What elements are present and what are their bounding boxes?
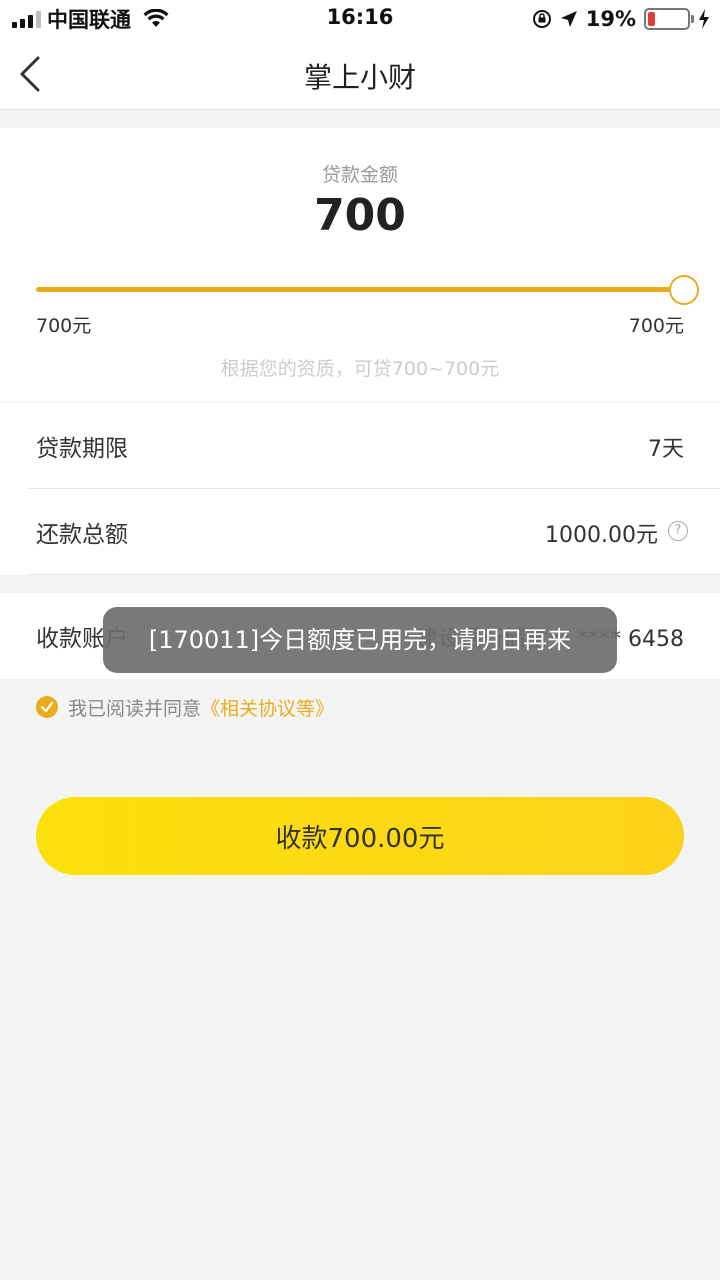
loan-term-row[interactable]: 贷款期限 7天 bbox=[0, 403, 720, 489]
status-bar: 中国联通 16:16 19% bbox=[0, 0, 720, 40]
loan-amount-card: 贷款金额 700 700元 700元 根据您的资质，可贷700~700元 bbox=[0, 128, 720, 402]
loan-amount-value: 700 bbox=[314, 190, 406, 241]
nav-bar: 掌上小财 bbox=[0, 40, 720, 110]
slider-max-label: 700元 bbox=[628, 315, 684, 337]
loan-amount-slider[interactable] bbox=[36, 275, 699, 305]
agreement: 我已阅读并同意 《相关协议等》 bbox=[36, 694, 334, 720]
battery-icon bbox=[644, 8, 694, 30]
rotation-lock-icon bbox=[532, 10, 551, 28]
slider-thumb[interactable] bbox=[669, 275, 699, 305]
loan-term-label: 贷款期限 bbox=[36, 436, 128, 462]
total-repayment-value: 1000.00元 bbox=[545, 523, 658, 548]
check-circle-icon[interactable] bbox=[36, 696, 58, 718]
slider-min-label: 700元 bbox=[36, 315, 92, 337]
status-right: 19% bbox=[532, 6, 710, 32]
charging-bolt-icon bbox=[699, 9, 709, 29]
agreement-text: 我已阅读并同意 bbox=[68, 697, 202, 720]
total-repayment-label: 还款总额 bbox=[36, 522, 128, 548]
battery-level bbox=[648, 12, 656, 26]
battery-percent: 19% bbox=[585, 7, 636, 31]
loan-amount-label: 贷款金额 bbox=[321, 164, 398, 186]
error-toast: [170011]今日额度已用完，请明日再来 bbox=[103, 607, 617, 673]
loan-term-value: 7天 bbox=[648, 437, 684, 462]
quota-hint: 根据您的资质，可贷700~700元 bbox=[220, 358, 500, 380]
page-title: 掌上小财 bbox=[303, 61, 416, 94]
agreement-link[interactable]: 《相关协议等》 bbox=[201, 694, 334, 721]
total-repayment-row: 还款总额 1000.00元 ? bbox=[0, 489, 720, 575]
question-circle-icon[interactable]: ? bbox=[668, 521, 688, 541]
location-arrow-icon bbox=[560, 11, 577, 27]
receive-money-button[interactable]: 收款700.00元 bbox=[36, 797, 684, 875]
slider-fill bbox=[36, 287, 684, 292]
